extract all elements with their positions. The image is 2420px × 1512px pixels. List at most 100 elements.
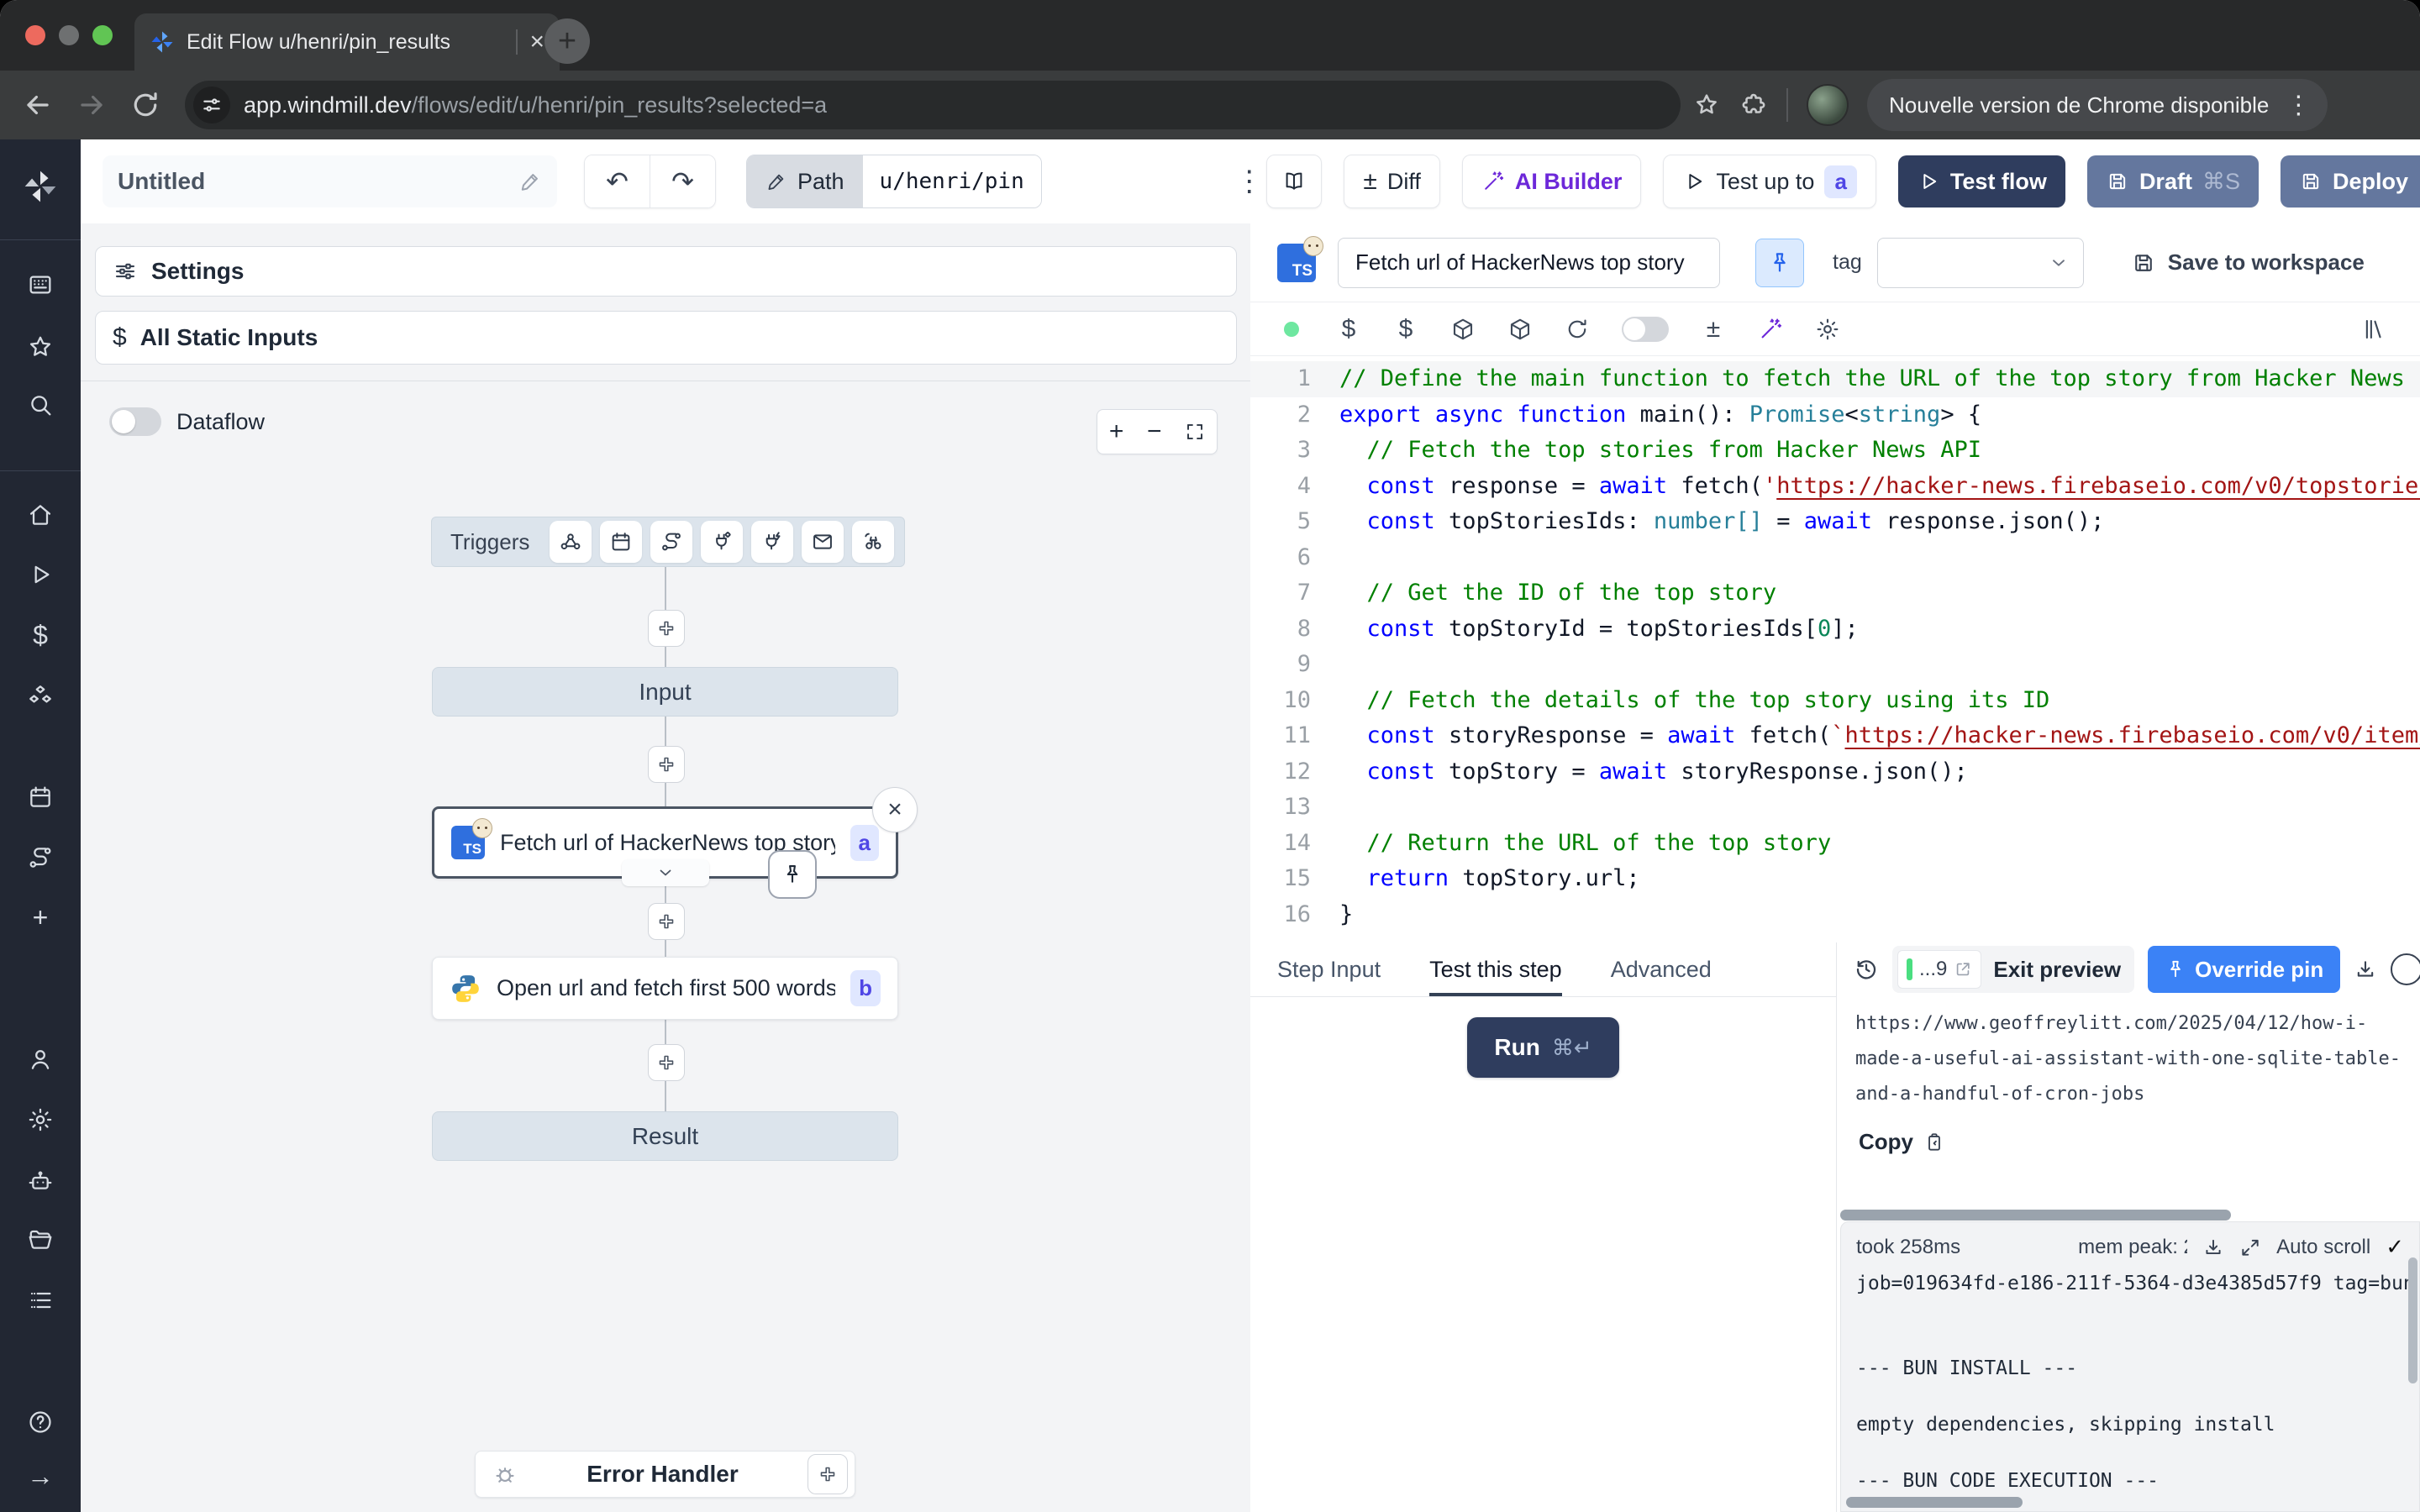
more-options-icon[interactable]: ⋮ [1235,165,1264,198]
sidebar-settings-icon[interactable] [27,1106,54,1133]
exit-preview-button[interactable]: Exit preview [1993,957,2121,983]
extensions-puzzle-icon[interactable] [1739,91,1768,119]
sidebar-app-switcher-icon[interactable] [27,271,54,298]
trigger-http-route-icon[interactable] [650,521,692,563]
history-icon[interactable] [1854,957,1879,982]
new-tab-button[interactable]: + [544,18,590,64]
all-static-inputs-row[interactable]: $ All Static Inputs [95,311,1237,365]
redo-button[interactable]: ↷ [650,155,715,207]
run-button[interactable]: Run ⌘↵ [1467,1017,1619,1078]
editor-settings-gear-icon[interactable] [1815,317,1840,342]
flow-name-field[interactable]: Untitled [103,155,557,207]
zoom-out-button[interactable]: − [1147,417,1162,446]
input-node[interactable]: Input [432,667,898,717]
windmill-logo[interactable] [22,168,59,205]
editor-dollar-icon[interactable]: $ [1393,317,1418,342]
sidebar-user-icon[interactable] [27,1046,54,1073]
reload-icon[interactable] [129,89,161,121]
undo-button[interactable]: ↶ [585,155,650,207]
site-settings-icon[interactable] [193,87,230,123]
deploy-button[interactable]: Deploy [2281,155,2420,207]
dataflow-toggle[interactable] [109,407,161,436]
trigger-webhook-icon[interactable] [550,521,592,563]
step-b-node[interactable]: Open url and fetch first 500 words of ..… [432,957,898,1020]
minimize-window-button[interactable] [59,25,79,45]
ai-builder-button[interactable]: AI Builder [1462,155,1642,208]
back-icon[interactable] [22,89,54,121]
job-pill[interactable]: ...9 [1897,950,1981,989]
auto-scroll-label[interactable]: Auto scroll [2276,1236,2370,1259]
horizontal-scrollbar[interactable] [1840,1210,2231,1221]
flow-settings-row[interactable]: Settings [95,246,1237,297]
zoom-in-button[interactable]: + [1109,417,1124,446]
pin-toggle-button[interactable] [1755,239,1804,287]
override-pin-button[interactable]: Override pin [2148,946,2340,993]
expand-logs-icon[interactable] [2239,1236,2261,1258]
sidebar-add-icon[interactable]: + [27,904,54,931]
vertical-scrollbar[interactable] [2408,1257,2417,1383]
download-result-icon[interactable] [2354,958,2377,981]
draft-save-button[interactable]: Draft ⌘S [2087,155,2259,207]
triggers-node[interactable]: Triggers [431,517,905,567]
tab-advanced[interactable]: Advanced [1611,942,1712,996]
sidebar-workers-icon[interactable] [27,1168,54,1194]
edit-pencil-icon[interactable] [518,170,542,193]
error-handler-node[interactable]: Error Handler [475,1451,855,1498]
chrome-update-button[interactable]: Nouvelle version de Chrome disponible ⋮ [1867,79,2328,131]
test-flow-button[interactable]: Test flow [1898,155,2065,207]
browser-tab[interactable]: Edit Flow u/henri/pin_results × [134,13,560,71]
trigger-poll-icon[interactable] [852,521,894,563]
sidebar-resources-icon[interactable] [27,683,54,710]
tab-close-icon[interactable]: × [529,29,544,55]
editor-ai-wand-icon[interactable] [1758,317,1783,342]
fit-view-icon[interactable] [1185,422,1205,442]
sidebar-audit-logs-icon[interactable] [27,1287,54,1314]
zoom-window-button[interactable] [92,25,113,45]
log-output[interactable]: job=019634fd-e186-211f-5364-d3e4385d57f9… [1841,1265,2419,1500]
browser-menu-icon[interactable]: ⋮ [2277,91,2319,120]
copy-button[interactable]: Copy [1859,1129,2420,1155]
save-to-workspace-button[interactable]: Save to workspace [2131,249,2365,276]
horizontal-scrollbar[interactable] [1846,1497,2023,1508]
sidebar-schedules-icon[interactable] [27,784,54,811]
close-window-button[interactable] [25,25,45,45]
add-step-button[interactable] [648,1044,685,1081]
add-step-button[interactable] [648,746,685,783]
editor-package-icon[interactable] [1450,317,1476,342]
docs-book-button[interactable] [1266,155,1322,208]
add-step-button[interactable] [648,903,685,940]
code-editor[interactable]: 1// Define the main function to fetch th… [1250,356,2420,942]
test-up-to-button[interactable]: Test up to a [1663,155,1876,208]
add-error-handler-icon[interactable] [808,1454,848,1494]
editor-toggle-icon[interactable] [1622,317,1669,342]
step-a-node[interactable]: TS Fetch url of HackerNews top story a × [432,806,898,879]
diff-button[interactable]: ± Diff [1344,155,1439,208]
sidebar-favorites-icon[interactable] [27,333,54,360]
tab-test-this-step[interactable]: Test this step [1429,942,1562,996]
step-title-input[interactable] [1338,238,1720,288]
sidebar-runs-icon[interactable] [27,561,54,588]
profile-avatar[interactable] [1807,84,1849,126]
checkmark-icon[interactable]: ✓ [2386,1234,2404,1260]
editor-library-icon[interactable] [2361,317,2386,342]
bookmark-star-icon[interactable] [1692,91,1721,119]
external-link-icon[interactable] [1954,960,1972,979]
address-bar[interactable]: app.windmill.dev/flows/edit/u/henri/pin_… [185,81,1681,129]
editor-reload-icon[interactable] [1565,317,1590,342]
trigger-kafka-icon[interactable] [751,521,793,563]
trigger-email-icon[interactable] [802,521,844,563]
editor-package-icon[interactable] [1507,317,1533,342]
sidebar-search-icon[interactable] [27,391,54,418]
sidebar-collapse-icon[interactable]: → [27,1462,54,1489]
add-step-button[interactable] [648,610,685,647]
sidebar-help-icon[interactable] [27,1409,54,1436]
forward-icon[interactable] [76,89,108,121]
editor-diff-icon[interactable]: ± [1701,317,1726,342]
trigger-websocket-icon[interactable] [701,521,743,563]
info-circle-icon[interactable] [2391,953,2420,985]
sidebar-variables-icon[interactable]: $ [27,622,54,648]
sidebar-routes-icon[interactable] [27,844,54,871]
collapse-step-icon[interactable] [622,859,709,886]
sidebar-folders-icon[interactable] [27,1226,54,1253]
sidebar-home-icon[interactable] [27,501,54,528]
